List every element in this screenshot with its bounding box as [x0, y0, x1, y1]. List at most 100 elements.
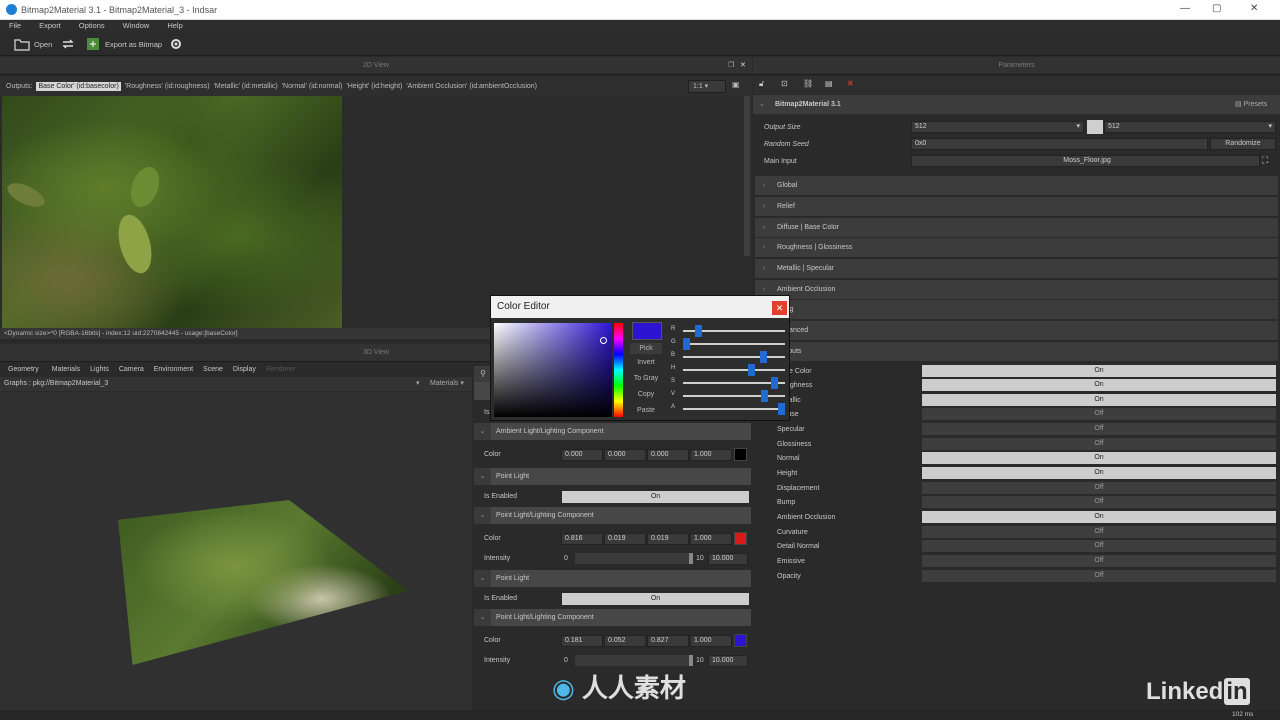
- p2-r-field[interactable]: 0.181: [561, 635, 603, 647]
- out-roughness-toggle[interactable]: On: [922, 379, 1276, 391]
- p2-g-field[interactable]: 0.052: [604, 635, 646, 647]
- paste-button[interactable]: Paste: [630, 407, 662, 414]
- point-light-1-comp-section[interactable]: ⌄ Point Light/Lighting Component: [474, 507, 751, 524]
- slider-knob[interactable]: [695, 325, 702, 337]
- reload-button[interactable]: [60, 35, 80, 53]
- section-ao[interactable]: › Ambient Occlusion: [755, 280, 1278, 299]
- channel-g-slider[interactable]: [683, 338, 785, 350]
- slider-knob[interactable]: [760, 351, 767, 363]
- channel-b-slider[interactable]: [683, 351, 785, 363]
- out-normal-toggle[interactable]: On: [922, 452, 1276, 464]
- section-global[interactable]: › Global: [755, 176, 1278, 195]
- slider-knob[interactable]: [683, 338, 690, 350]
- hue-strip[interactable]: [614, 323, 623, 417]
- tab-camera[interactable]: Camera: [114, 364, 149, 376]
- section-diffuse[interactable]: › Diffuse | Base Color: [755, 218, 1278, 237]
- tree-icon[interactable]: ⛓︎: [803, 79, 813, 88]
- ambient-a-field[interactable]: 1.000: [690, 449, 732, 461]
- section-advanced[interactable]: ›Advanced: [755, 321, 1278, 340]
- link-size-toggle[interactable]: [1087, 120, 1103, 134]
- node-header[interactable]: ⌄ Bitmap2Material 3.1 ▤ Presets: [753, 95, 1280, 114]
- menu-file[interactable]: File: [0, 20, 30, 32]
- out-glossiness-toggle[interactable]: Off: [922, 438, 1276, 450]
- pick-button[interactable]: Pick: [630, 343, 662, 354]
- out-basecolor-toggle[interactable]: On: [922, 365, 1276, 377]
- materials-select[interactable]: Materials ▾: [430, 377, 464, 391]
- output-tab-basecolor[interactable]: Base Color' (id:basecolor): [36, 81, 121, 91]
- menu-options[interactable]: Options: [70, 20, 114, 32]
- out-ao-toggle[interactable]: On: [922, 511, 1276, 523]
- p1-color-swatch[interactable]: [734, 532, 747, 545]
- to-gray-button[interactable]: To Gray: [630, 375, 662, 382]
- out-opacity-toggle[interactable]: Off: [922, 570, 1276, 582]
- slider-knob[interactable]: [778, 403, 785, 415]
- point-light-2-comp-section[interactable]: ⌄ Point Light/Lighting Component: [474, 609, 751, 626]
- view2d-scrollbar[interactable]: [744, 96, 750, 256]
- slider-handle[interactable]: [689, 553, 693, 564]
- tab-lights[interactable]: Lights: [85, 364, 114, 376]
- ambient-r-field[interactable]: 0.000: [561, 449, 603, 461]
- output-size-b[interactable]: 512 ▾: [1104, 121, 1276, 133]
- delete-icon[interactable]: ✖: [847, 79, 854, 88]
- channel-r-slider[interactable]: [683, 325, 785, 337]
- lock-closed-icon[interactable]: ⊡: [781, 79, 788, 88]
- graphs-dropdown-icon[interactable]: ▾: [416, 377, 420, 391]
- section-roughness[interactable]: › Roughness | Glossiness: [755, 238, 1278, 257]
- p1-b-field[interactable]: 0.019: [647, 533, 689, 545]
- menu-help[interactable]: Help: [158, 20, 191, 32]
- channel-s-slider[interactable]: [683, 377, 785, 389]
- output-tab-normal[interactable]: 'Normal' (id:normal): [282, 83, 343, 90]
- section-tiling[interactable]: ›Tiling: [755, 300, 1278, 319]
- enabled-2-toggle[interactable]: On: [562, 593, 749, 605]
- ambient-section[interactable]: ⌄ Ambient Light/Lighting Component: [474, 423, 751, 440]
- section-relief[interactable]: › Relief: [755, 197, 1278, 216]
- out-metallic-toggle[interactable]: On: [922, 394, 1276, 406]
- out-emissive-toggle[interactable]: Off: [922, 555, 1276, 567]
- slider-knob[interactable]: [771, 377, 778, 389]
- p1-intensity-slider[interactable]: [575, 553, 693, 564]
- expand-icon[interactable]: ⛶: [1262, 155, 1274, 167]
- out-displacement-toggle[interactable]: Off: [922, 482, 1276, 494]
- output-tab-height[interactable]: 'Height' (id:height): [346, 83, 402, 90]
- p1-g-field[interactable]: 0.019: [604, 533, 646, 545]
- out-curvature-toggle[interactable]: Off: [922, 526, 1276, 538]
- channel-a-slider[interactable]: [683, 403, 785, 415]
- view2d-canvas[interactable]: [0, 96, 752, 328]
- channel-v-slider[interactable]: [683, 390, 785, 402]
- enabled-1-toggle[interactable]: On: [562, 491, 749, 503]
- lock-icon[interactable]: 🔓︎: [759, 79, 764, 89]
- close-view2d-icon[interactable]: ✕: [740, 57, 746, 75]
- tab-materials[interactable]: Materials: [47, 364, 85, 376]
- layers-icon[interactable]: ▤: [825, 79, 833, 88]
- close-dialog-button[interactable]: ✕: [772, 301, 787, 315]
- section-outputs[interactable]: ⌄Outputs: [755, 342, 1278, 361]
- output-tab-metallic[interactable]: 'Metallic' (id:metallic): [214, 83, 278, 90]
- tab-display[interactable]: Display: [228, 364, 261, 376]
- out-height-toggle[interactable]: On: [922, 467, 1276, 479]
- p2-a-field[interactable]: 1.000: [690, 635, 732, 647]
- fit-view-icon[interactable]: ▣: [732, 80, 746, 92]
- maximize-button[interactable]: ▢: [1212, 3, 1221, 14]
- p1-a-field[interactable]: 1.000: [690, 533, 732, 545]
- zoom-select[interactable]: 1:1 ▾: [688, 80, 726, 93]
- collapse-toggle[interactable]: [474, 382, 491, 400]
- minimize-button[interactable]: —: [1180, 3, 1190, 14]
- color-editor-titlebar[interactable]: Color Editor: [491, 296, 789, 318]
- p2-color-swatch[interactable]: [734, 634, 747, 647]
- section-metallic[interactable]: › Metallic | Specular: [755, 259, 1278, 278]
- p2-b-field[interactable]: 0.827: [647, 635, 689, 647]
- out-bump-toggle[interactable]: Off: [922, 496, 1276, 508]
- point-light-2-section[interactable]: ⌄ Point Light: [474, 570, 751, 587]
- ambient-g-field[interactable]: 0.000: [604, 449, 646, 461]
- presets-button[interactable]: ▤ Presets: [1235, 95, 1267, 114]
- saturation-value-picker[interactable]: [494, 323, 612, 417]
- output-size-a[interactable]: 512 ▾: [911, 121, 1084, 133]
- ambient-color-swatch[interactable]: [734, 448, 747, 461]
- menu-export[interactable]: Export: [30, 20, 70, 32]
- tab-environment[interactable]: Environment: [149, 364, 198, 376]
- point-light-1-section[interactable]: ⌄ Point Light: [474, 468, 751, 485]
- menu-window[interactable]: Window: [114, 20, 159, 32]
- seed-field[interactable]: 0x0: [911, 138, 1208, 150]
- copy-button[interactable]: Copy: [630, 391, 662, 398]
- tab-renderer[interactable]: Renderer: [261, 364, 300, 376]
